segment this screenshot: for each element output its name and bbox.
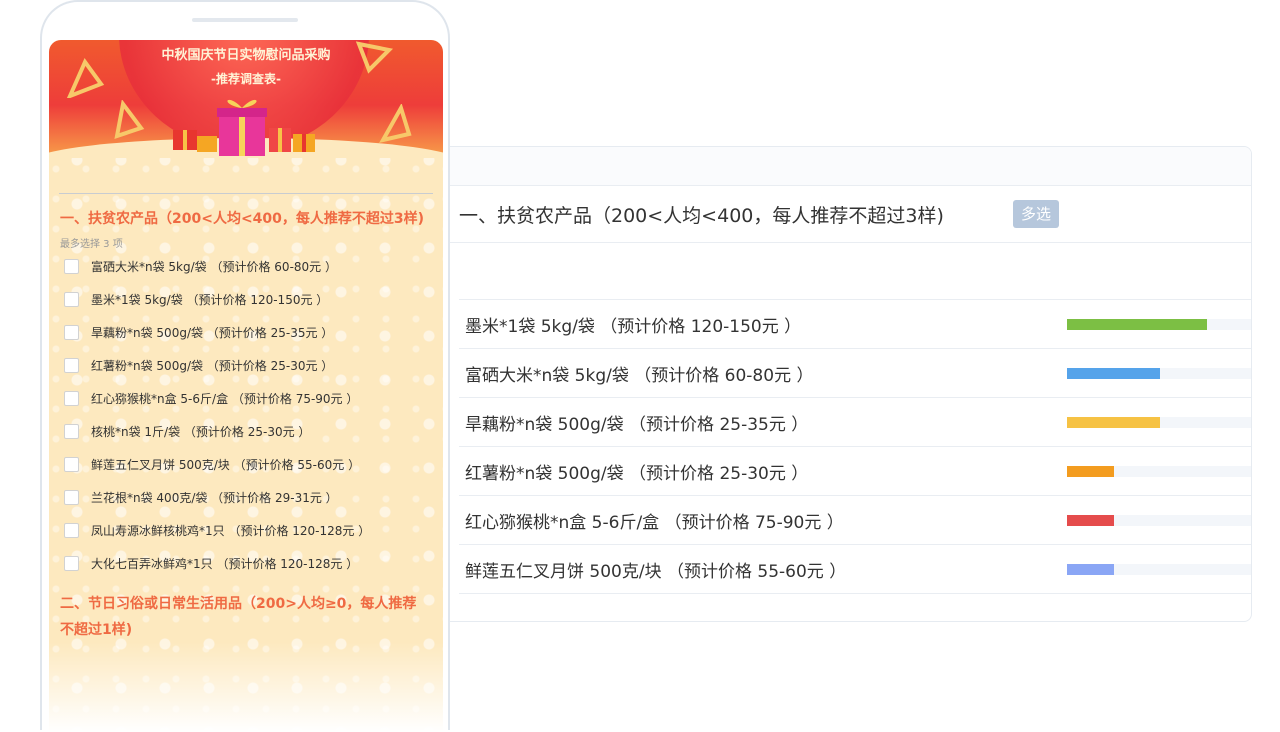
- option-checkbox[interactable]: [64, 523, 79, 538]
- result-row: 旱藕粉*n袋 500g/袋 （预计价格 25-35元 ）: [459, 397, 1251, 446]
- result-bar-track: [1067, 564, 1251, 575]
- question2-title: 二、节日习俗或日常生活用品（200>人均≥0，每人推荐不超过1样): [60, 596, 417, 638]
- result-row-label: 鲜莲五仁叉月饼 500克/块 （预计价格 55-60元 ）: [465, 562, 847, 582]
- result-row-label: 红心猕猴桃*n盒 5-6斤/盒 （预计价格 75-90元 ）: [465, 513, 844, 533]
- option-label: 核桃*n袋 1斤/袋 （预计价格 25-30元 ）: [91, 425, 311, 439]
- question1-title: 一、扶贫农产品（200<人均<400，每人推荐不超过3样): [60, 211, 425, 227]
- option-label: 红心猕猴桃*n盒 5-6斤/盒 （预计价格 75-90元 ）: [91, 392, 359, 406]
- triangle-decoration-icon: [379, 104, 412, 143]
- result-row-label: 旱藕粉*n袋 500g/袋 （预计价格 25-35元 ）: [465, 415, 809, 435]
- result-row: 墨米*1袋 5kg/袋 （预计价格 120-150元 ）: [459, 299, 1251, 348]
- option-label: 鲜莲五仁叉月饼 500克/块 （预计价格 55-60元 ）: [91, 458, 361, 472]
- option-item[interactable]: 红薯粉*n袋 500g/袋 （预计价格 25-30元 ）: [49, 357, 443, 375]
- option-item[interactable]: 大化七百弄冰鲜鸡*1只 （预计价格 120-128元 ）: [49, 555, 443, 573]
- survey-form: 一、扶贫农产品（200<人均<400，每人推荐不超过3样) 最多选择 3 项 富…: [49, 208, 443, 643]
- option-label: 旱藕粉*n袋 500g/袋 （预计价格 25-35元 ）: [91, 326, 334, 340]
- results-topbar: [441, 147, 1251, 186]
- result-row: 红心猕猴桃*n盒 5-6斤/盒 （预计价格 75-90元 ）: [459, 495, 1251, 544]
- result-rows: 墨米*1袋 5kg/袋 （预计价格 120-150元 ） 富硒大米*n袋 5kg…: [459, 299, 1251, 594]
- option-item[interactable]: 鲜莲五仁叉月饼 500克/块 （预计价格 55-60元 ）: [49, 456, 443, 474]
- result-bar-track: [1067, 515, 1251, 526]
- result-row-label: 红薯粉*n袋 500g/袋 （预计价格 25-30元 ）: [465, 464, 809, 484]
- result-bar-track: [1067, 319, 1251, 330]
- result-bar-track: [1067, 368, 1251, 379]
- result-row-label: 富硒大米*n袋 5kg/袋 （预计价格 60-80元 ）: [465, 366, 814, 386]
- result-bar-track: [1067, 417, 1251, 428]
- question-header: 一、扶贫农产品（200<人均<400，每人推荐不超过3样) 多选: [441, 186, 1251, 243]
- result-row: 鲜莲五仁叉月饼 500克/块 （预计价格 55-60元 ）: [459, 544, 1251, 594]
- option-item[interactable]: 墨米*1袋 5kg/袋 （预计价格 120-150元 ）: [49, 291, 443, 309]
- phone-mockup: 中秋国庆节日实物慰问品采购 -推荐调查表- 一、扶贫农产品（200<人均<400…: [40, 0, 450, 732]
- screen-fade: [49, 642, 443, 732]
- option-item[interactable]: 旱藕粉*n袋 500g/袋 （预计价格 25-35元 ）: [49, 324, 443, 342]
- option-label: 富硒大米*n袋 5kg/袋 （预计价格 60-80元 ）: [91, 260, 337, 274]
- question1-options: 富硒大米*n袋 5kg/袋 （预计价格 60-80元 ） 墨米*1袋 5kg/袋…: [49, 258, 443, 573]
- result-row-label: 墨米*1袋 5kg/袋 （预计价格 120-150元 ）: [465, 317, 802, 337]
- option-item[interactable]: 兰花根*n袋 400克/袋 （预计价格 29-31元 ）: [49, 489, 443, 507]
- option-checkbox[interactable]: [64, 457, 79, 472]
- option-label: 凤山寿源冰鲜核桃鸡*1只 （预计价格 120-128元 ）: [91, 524, 371, 538]
- option-item[interactable]: 红心猕猴桃*n盒 5-6斤/盒 （预计价格 75-90元 ）: [49, 390, 443, 408]
- option-checkbox[interactable]: [64, 292, 79, 307]
- option-checkbox[interactable]: [64, 391, 79, 406]
- result-row: 红薯粉*n袋 500g/袋 （预计价格 25-30元 ）: [459, 446, 1251, 495]
- gift-box-icon: [173, 99, 315, 156]
- results-panel: 一、扶贫农产品（200<人均<400，每人推荐不超过3样) 多选 墨米*1袋 5…: [440, 146, 1252, 622]
- result-bar-track: [1067, 466, 1251, 477]
- result-bar-fill: [1067, 368, 1160, 379]
- triangle-decoration-icon: [355, 41, 394, 74]
- result-bar-fill: [1067, 564, 1114, 575]
- option-label: 红薯粉*n袋 500g/袋 （预计价格 25-30元 ）: [91, 359, 334, 373]
- phone-speaker: [192, 18, 298, 22]
- option-checkbox[interactable]: [64, 325, 79, 340]
- result-bar-fill: [1067, 515, 1114, 526]
- option-checkbox[interactable]: [64, 424, 79, 439]
- survey-banner: 中秋国庆节日实物慰问品采购 -推荐调查表-: [49, 40, 443, 158]
- question-title: 一、扶贫农产品（200<人均<400，每人推荐不超过3样): [459, 205, 944, 227]
- option-checkbox[interactable]: [64, 490, 79, 505]
- multi-select-badge: 多选: [1013, 200, 1060, 228]
- result-bar-fill: [1067, 319, 1207, 330]
- option-item[interactable]: 核桃*n袋 1斤/袋 （预计价格 25-30元 ）: [49, 423, 443, 441]
- option-checkbox[interactable]: [64, 358, 79, 373]
- option-label: 兰花根*n袋 400克/袋 （预计价格 29-31元 ）: [91, 491, 338, 505]
- result-bar-fill: [1067, 466, 1114, 477]
- result-row: 富硒大米*n袋 5kg/袋 （预计价格 60-80元 ）: [459, 348, 1251, 397]
- form-divider: [59, 193, 433, 194]
- result-bar-fill: [1067, 417, 1160, 428]
- phone-screen[interactable]: 中秋国庆节日实物慰问品采购 -推荐调查表- 一、扶贫农产品（200<人均<400…: [49, 40, 443, 732]
- option-label: 墨米*1袋 5kg/袋 （预计价格 120-150元 ）: [91, 293, 329, 307]
- triangle-decoration-icon: [114, 100, 145, 139]
- option-item[interactable]: 凤山寿源冰鲜核桃鸡*1只 （预计价格 120-128元 ）: [49, 522, 443, 540]
- triangle-decoration-icon: [66, 58, 105, 98]
- option-item[interactable]: 富硒大米*n袋 5kg/袋 （预计价格 60-80元 ）: [49, 258, 443, 276]
- option-checkbox[interactable]: [64, 556, 79, 571]
- option-label: 大化七百弄冰鲜鸡*1只 （预计价格 120-128元 ）: [91, 557, 359, 571]
- option-checkbox[interactable]: [64, 259, 79, 274]
- question1-hint: 最多选择 3 项: [60, 239, 123, 250]
